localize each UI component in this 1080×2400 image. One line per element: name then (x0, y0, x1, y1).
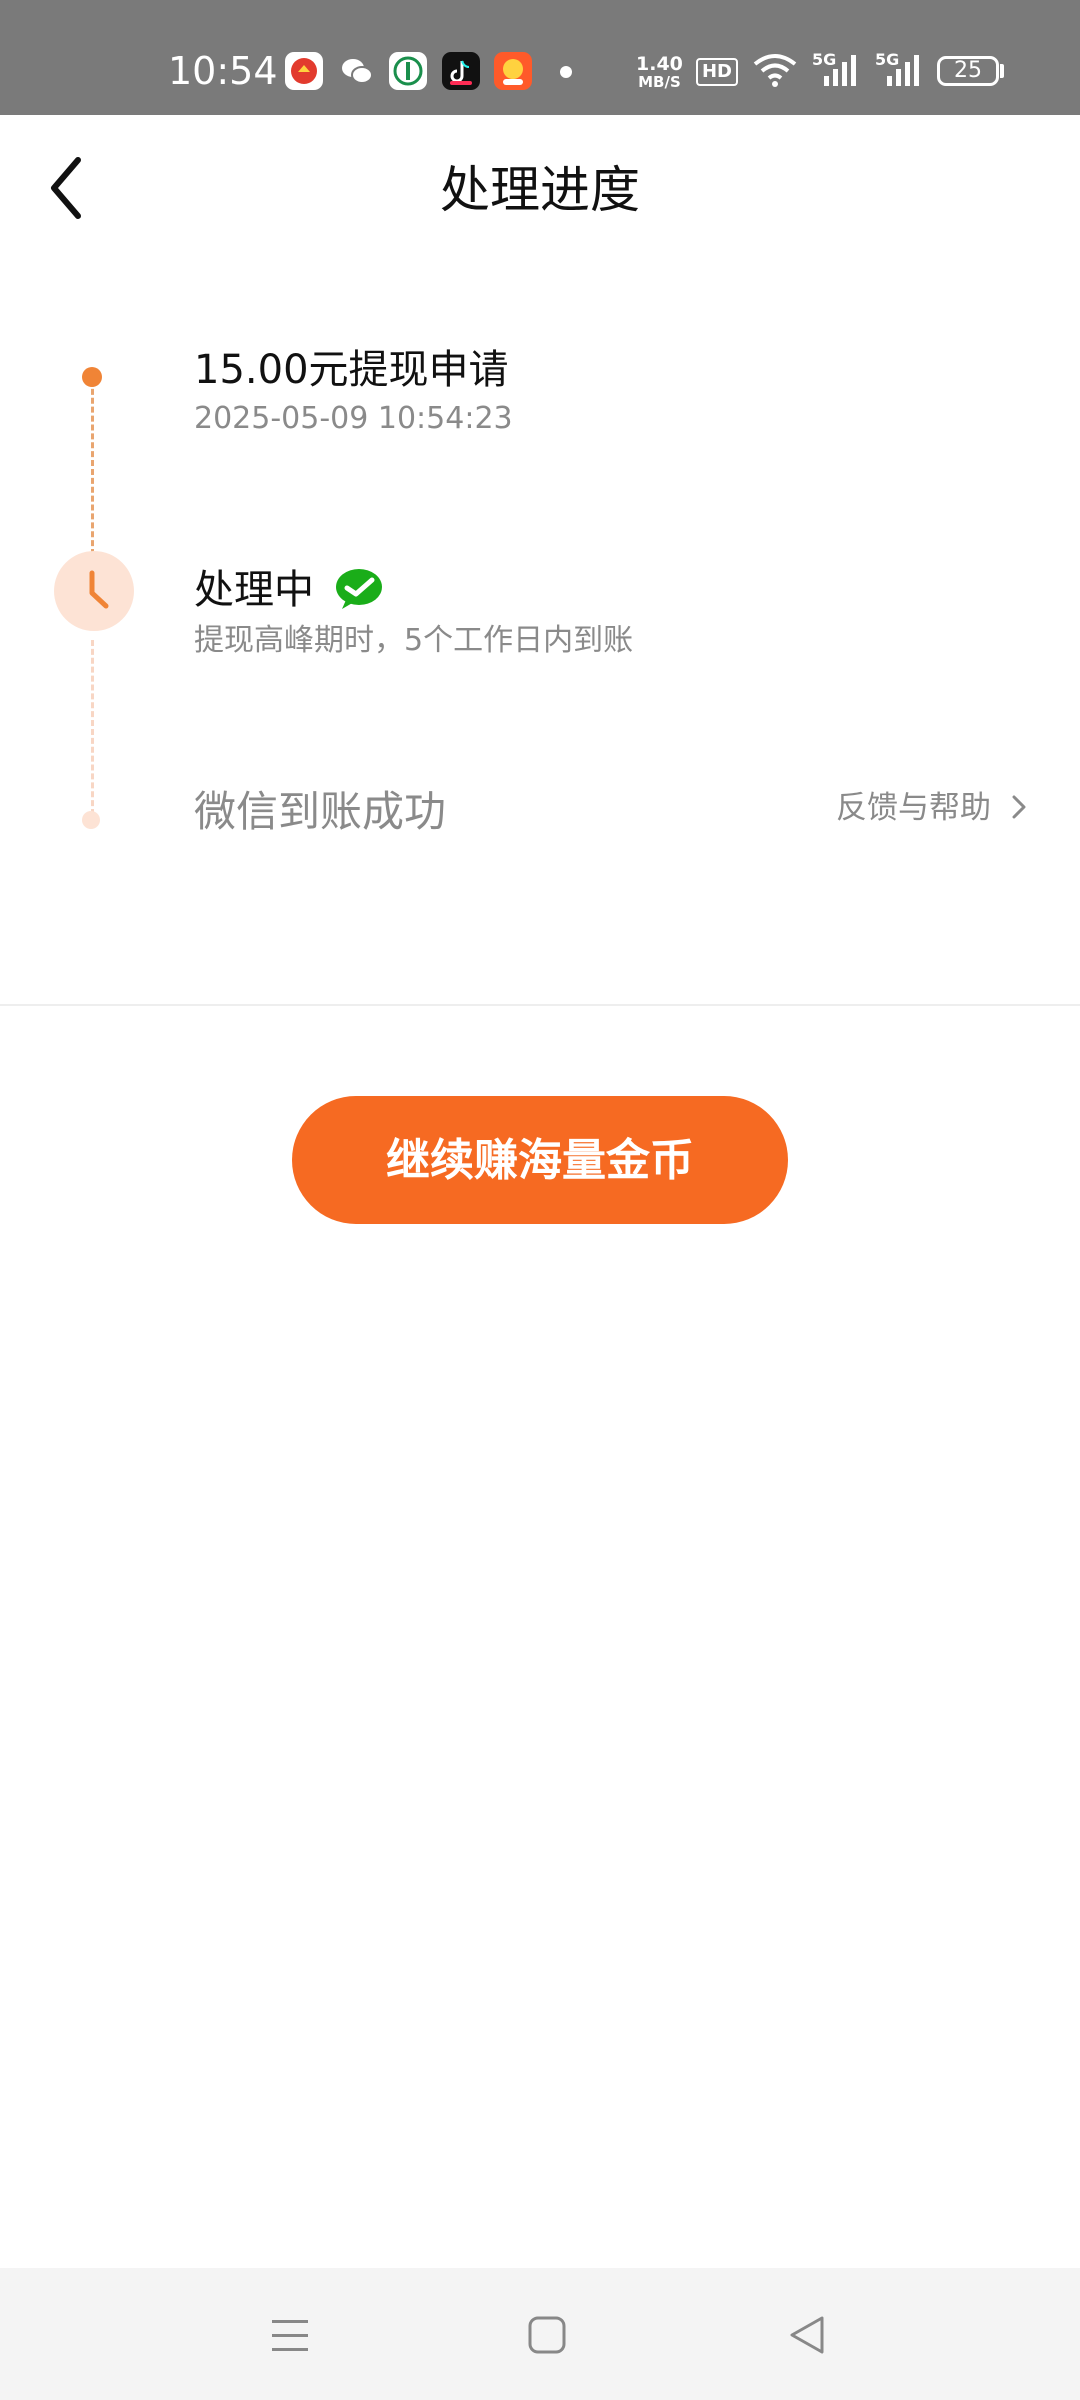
section-divider (0, 1004, 1080, 1006)
wechat-notification-icon (338, 52, 376, 90)
status-bar: 10:54 1.40 MB/S HD 5G 5G 25 (0, 0, 1080, 115)
timeline-connector-done (91, 380, 94, 555)
step-title-apply: 15.00元提现申请 (194, 347, 509, 393)
wechat-icon (334, 567, 384, 611)
timeline-dot-pending (82, 811, 100, 829)
chevron-right-icon[interactable] (1009, 792, 1029, 826)
status-time: 10:54 (168, 49, 278, 93)
clock-icon (54, 551, 134, 631)
network-speed: 1.40 MB/S (636, 54, 683, 90)
battery-tip (1000, 64, 1004, 78)
step-title-success: 微信到账成功 (194, 787, 447, 836)
timeline-dot-done (82, 367, 102, 387)
back-triangle-icon[interactable] (778, 2308, 838, 2364)
system-nav-bar (0, 2268, 1080, 2400)
timeline-connector-pending (91, 640, 94, 815)
battery-indicator: 25 (937, 56, 999, 86)
page-title: 处理进度 (440, 161, 640, 219)
hd-icon: HD (696, 58, 738, 86)
douyin-app-icon (442, 52, 480, 90)
step-time-apply: 2025-05-09 10:54:23 (194, 401, 513, 436)
notification-app-icon (285, 52, 323, 90)
reward-app-icon (494, 52, 532, 90)
step-desc-processing: 提现高峰期时，5个工作日内到账 (194, 623, 634, 658)
home-square-icon[interactable] (518, 2308, 578, 2364)
step-title-processing: 处理中 (194, 567, 314, 613)
network-speed-value: 1.40 (636, 53, 683, 75)
bank-app-icon (389, 52, 427, 90)
menu-icon[interactable] (260, 2308, 320, 2364)
wifi-icon (752, 50, 798, 94)
feedback-help-link[interactable]: 反馈与帮助 (836, 786, 991, 830)
network-speed-unit: MB/S (638, 73, 681, 91)
continue-earn-coins-button[interactable]: 继续赚海量金币 (292, 1096, 788, 1224)
more-notifications-dot (560, 66, 572, 78)
